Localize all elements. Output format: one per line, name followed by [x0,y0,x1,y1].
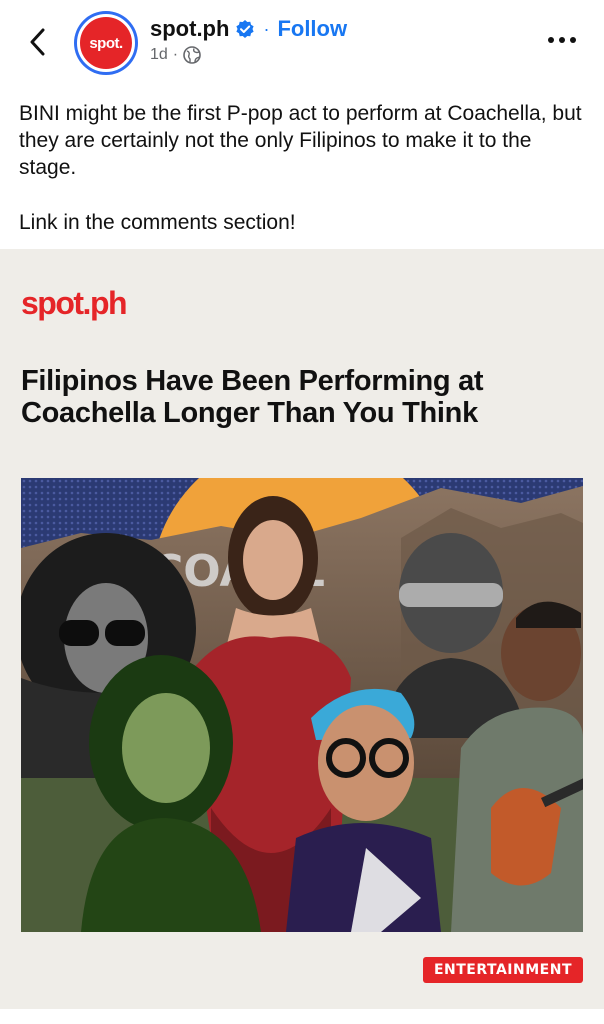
page-avatar[interactable]: spot. [74,11,138,75]
post-image-card[interactable]: spot.ph Filipinos Have Been Performing a… [0,249,604,1009]
back-chevron-icon [30,28,45,56]
card-logo: spot.ph [21,285,128,321]
post-time[interactable]: 1d [150,46,168,64]
artist-collage-image: COA LL [21,478,583,932]
page-name[interactable]: spot.ph [150,16,229,42]
post-header: spot. spot.ph · Follow 1d · [0,0,604,86]
more-options-icon [570,37,576,43]
category-badge: ENTERTAINMENT [422,957,583,983]
separator-dot: · [263,18,270,39]
more-options-icon [548,37,554,43]
more-options-button[interactable] [544,28,580,52]
post-caption: BINI might be the first P-pop act to per… [19,100,589,236]
avatar-logo: spot. [77,14,135,72]
verified-badge-icon [236,20,255,38]
follow-button[interactable]: Follow [277,16,347,42]
post-meta: 1d · [150,46,201,64]
caption-text: BINI might be the first P-pop act to per… [19,102,582,179]
caption-link-note: Link in the comments section! [19,211,296,234]
globe-icon [183,46,201,64]
name-row: spot.ph · Follow [150,14,347,44]
back-button[interactable] [20,20,54,64]
card-headline: Filipinos Have Been Performing at Coache… [21,365,484,429]
meta-dot: · [172,46,179,63]
more-options-icon [559,37,565,43]
